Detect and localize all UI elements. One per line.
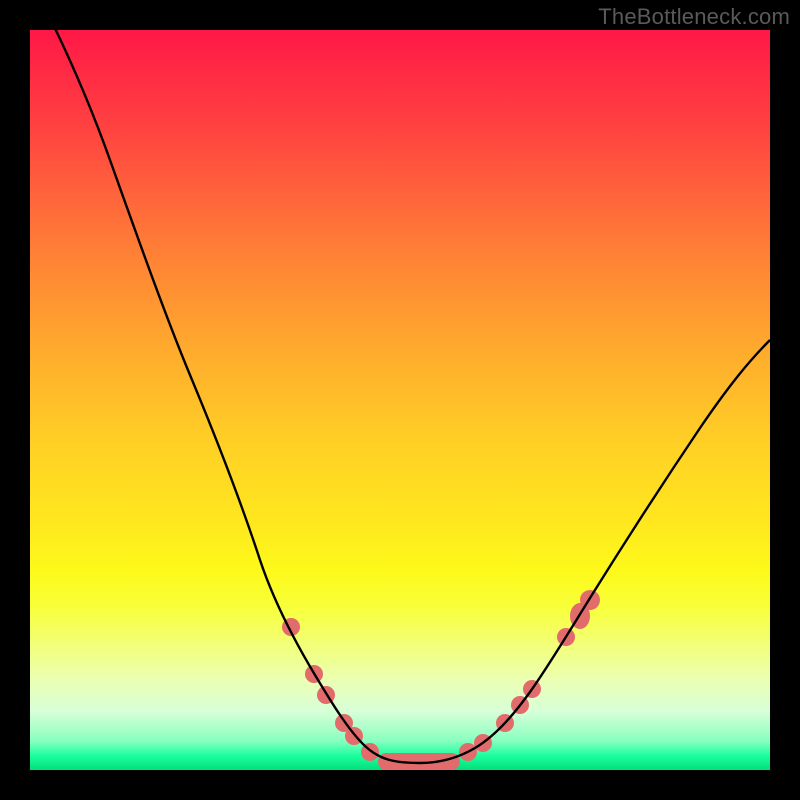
curve-flat-marker [378,753,460,770]
bottleneck-curve [30,30,770,763]
chart-frame: TheBottleneck.com [0,0,800,800]
watermark-text: TheBottleneck.com [598,4,790,30]
markers-left [282,618,379,761]
curve-layer [30,30,770,770]
plot-area [30,30,770,770]
